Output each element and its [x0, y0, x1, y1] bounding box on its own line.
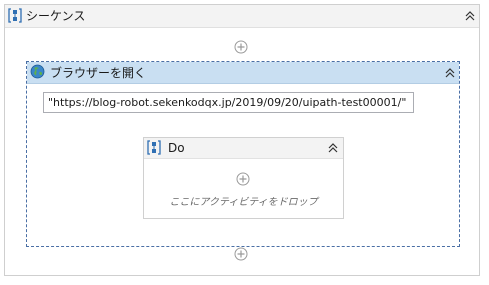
double-chevron-up-icon[interactable] — [327, 142, 339, 154]
add-activity-button-do[interactable] — [236, 172, 250, 186]
workflow-designer-canvas: シーケンス ブラウザーを開く "https://blog-robot.seken… — [0, 0, 489, 285]
sequence-icon — [8, 8, 22, 23]
add-activity-button-bottom[interactable] — [234, 247, 248, 261]
globe-icon — [30, 64, 45, 79]
sequence-container[interactable]: シーケンス ブラウザーを開く "https://blog-robot.seken… — [4, 4, 480, 276]
add-activity-button-top[interactable] — [234, 40, 248, 54]
double-chevron-up-icon[interactable] — [464, 10, 476, 22]
sequence-title: シーケンス — [26, 9, 86, 23]
sequence-header[interactable]: シーケンス — [5, 5, 479, 28]
do-title: Do — [168, 141, 185, 155]
open-browser-activity[interactable]: ブラウザーを開く "https://blog-robot.sekenkodqx.… — [26, 61, 460, 247]
do-sequence-container[interactable]: Do ここにアクティビティをドロップ — [143, 137, 344, 219]
drop-activity-hint[interactable]: ここにアクティビティをドロップ — [144, 193, 343, 208]
sequence-icon — [147, 140, 161, 155]
open-browser-header[interactable]: ブラウザーを開く — [27, 62, 459, 84]
url-input[interactable]: "https://blog-robot.sekenkodqx.jp/2019/0… — [43, 92, 414, 113]
double-chevron-up-icon[interactable] — [444, 67, 456, 79]
do-header[interactable]: Do — [144, 138, 343, 159]
open-browser-title: ブラウザーを開く — [50, 66, 147, 80]
